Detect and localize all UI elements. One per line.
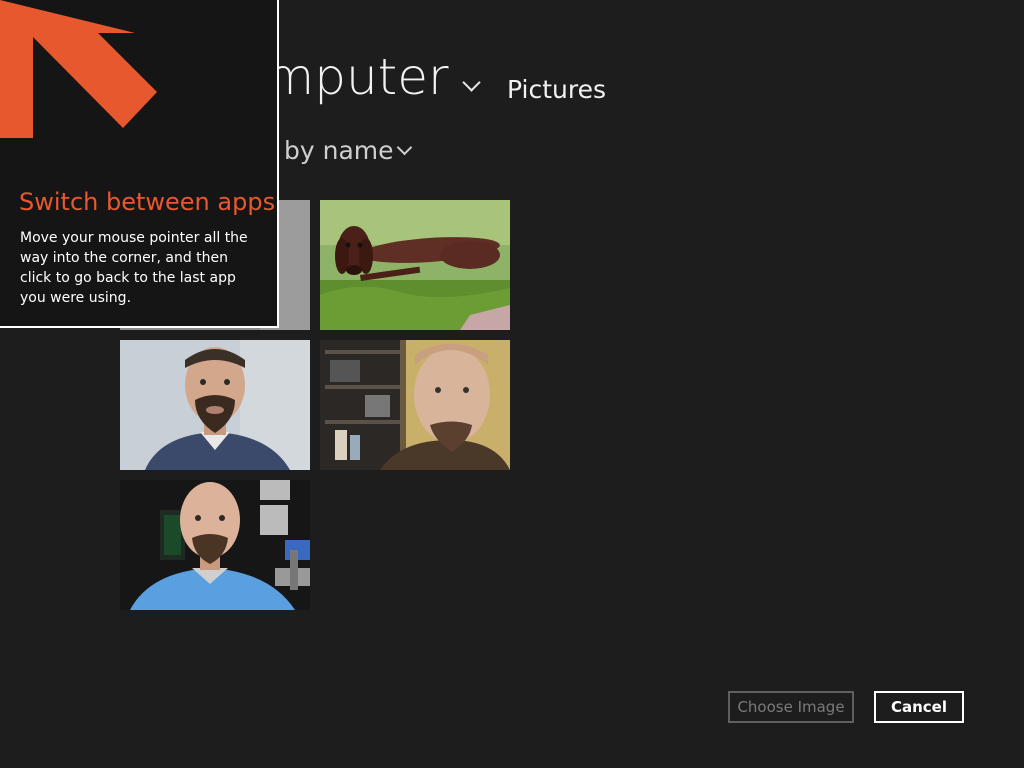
folder-name[interactable]: Pictures	[507, 75, 606, 104]
chevron-down-icon[interactable]	[462, 73, 481, 92]
sort-chevron-down-icon[interactable]	[396, 139, 413, 156]
tip-title: Switch between apps	[19, 188, 276, 216]
thumbnail-selfie[interactable]	[320, 340, 510, 470]
thumbnail-dog[interactable]	[320, 200, 510, 330]
choose-image-button[interactable]: Choose Image	[728, 691, 854, 723]
corner-arrow-icon	[0, 0, 157, 138]
dog-photo-image	[320, 200, 510, 330]
tip-body: Move your mouse pointer all the way into…	[20, 230, 248, 306]
thumbnail-microphone[interactable]	[120, 480, 310, 610]
sort-dropdown-label[interactable]: by name	[284, 136, 394, 165]
selfie-photo-image	[320, 340, 510, 470]
portrait-photo-image	[120, 340, 310, 470]
switch-apps-tip: Switch between apps Move your mouse poin…	[0, 0, 279, 328]
microphone-photo-image	[120, 480, 310, 610]
thumbnail-portrait[interactable]	[120, 340, 310, 470]
cancel-button[interactable]: Cancel	[874, 691, 964, 723]
file-picker-screen: Computer Pictures by name Switch between…	[0, 0, 1024, 768]
